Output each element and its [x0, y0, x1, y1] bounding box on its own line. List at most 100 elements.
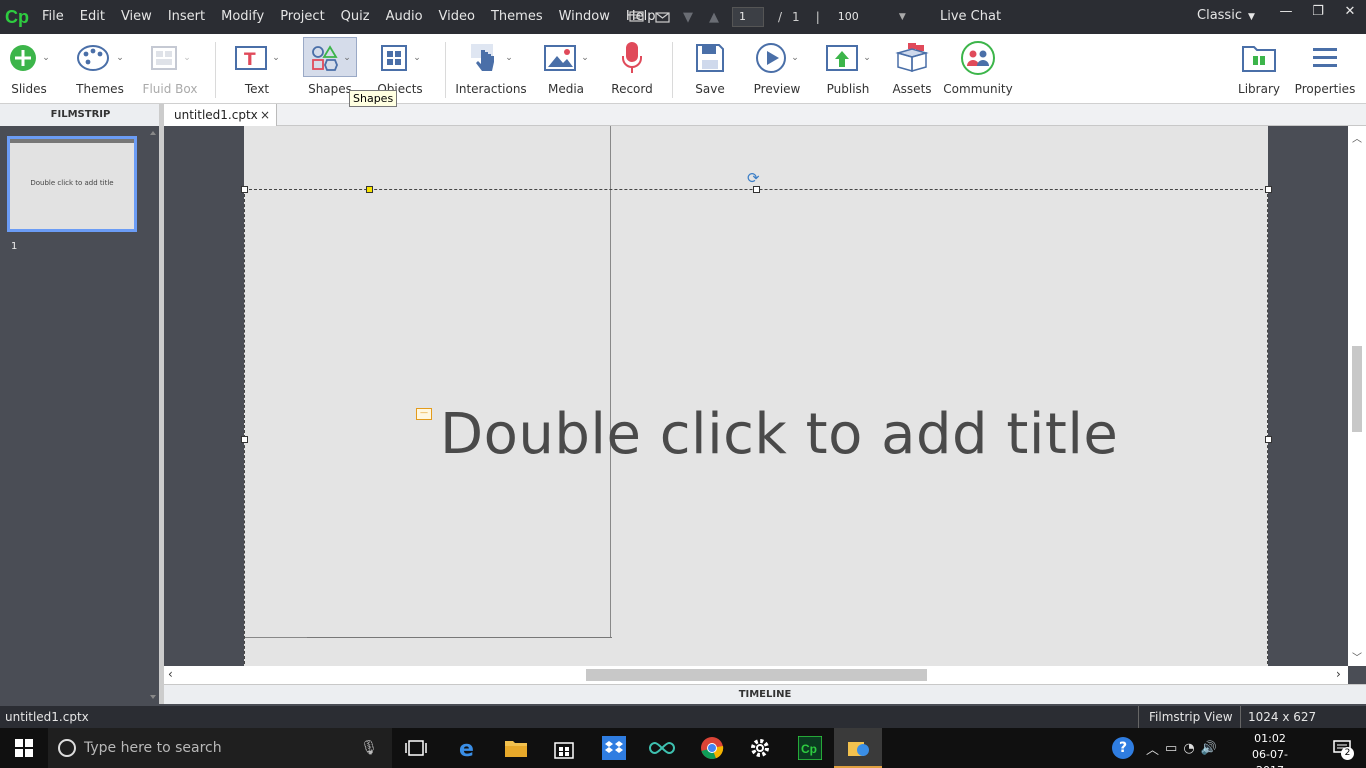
- volume-icon[interactable]: 🔊: [1201, 741, 1217, 756]
- vertical-scroll-thumb[interactable]: [1352, 346, 1362, 432]
- properties-label: Properties: [1294, 82, 1356, 96]
- resize-handle[interactable]: [753, 186, 760, 193]
- action-center-icon[interactable]: 2: [1318, 728, 1366, 768]
- workspace-value: Classic: [1197, 8, 1242, 23]
- slide-thumbnail[interactable]: Double click to add title: [7, 136, 137, 232]
- themes-button[interactable]: ⌄ Themes: [74, 34, 126, 104]
- chrome-icon[interactable]: [688, 728, 736, 768]
- chevron-down-icon: ▼: [1247, 12, 1255, 22]
- resize-handle[interactable]: [1265, 186, 1272, 193]
- menu-project[interactable]: Project: [272, 0, 332, 34]
- text-label: Text: [244, 82, 270, 96]
- properties-button[interactable]: Properties: [1294, 34, 1356, 104]
- settings-gear-icon[interactable]: [736, 728, 784, 768]
- dropbox-icon[interactable]: [590, 728, 638, 768]
- menu-view[interactable]: View: [113, 0, 160, 34]
- slide-title-placeholder[interactable]: Double click to add title: [440, 402, 1118, 467]
- microphone-icon[interactable]: 🎙: [360, 740, 378, 756]
- horizontal-scroll-thumb[interactable]: [586, 669, 927, 681]
- file-explorer-icon[interactable]: [492, 728, 540, 768]
- filmstrip-scrollbar[interactable]: [147, 126, 159, 704]
- infinity-app-icon[interactable]: [638, 728, 686, 768]
- comment-icon[interactable]: [628, 9, 644, 25]
- horizontal-scrollbar[interactable]: ‹ ›: [164, 666, 1348, 684]
- chevron-up-icon[interactable]: ︿: [1146, 739, 1159, 758]
- menu-edit[interactable]: Edit: [72, 0, 113, 34]
- library-label: Library: [1238, 82, 1280, 96]
- close-tab-icon[interactable]: ×: [260, 104, 270, 126]
- task-view-icon[interactable]: [392, 728, 440, 768]
- chevron-down-icon: ⌄: [413, 53, 421, 63]
- store-icon[interactable]: [540, 728, 588, 768]
- fluid-box-label: Fluid Box: [142, 82, 198, 96]
- total-slides: 1: [792, 10, 800, 24]
- rotate-icon[interactable]: ⟳: [747, 169, 760, 187]
- publish-button[interactable]: ⌄ Publish: [822, 34, 874, 104]
- preview-button[interactable]: ⌄ Preview: [752, 34, 802, 104]
- menu-insert[interactable]: Insert: [160, 0, 213, 34]
- shapes-tooltip: Shapes: [349, 90, 398, 107]
- chevron-down-icon: ⌄: [272, 53, 280, 63]
- zoom-select[interactable]: 100 ▼: [830, 7, 906, 27]
- wifi-icon[interactable]: ◔: [1183, 741, 1194, 756]
- community-button[interactable]: Community: [943, 34, 1013, 104]
- start-button[interactable]: [0, 728, 48, 768]
- text-button[interactable]: T ⌄ Text: [232, 34, 282, 104]
- slide-canvas[interactable]: ⟳ — Double click to add title: [241, 126, 1272, 666]
- help-icon[interactable]: ?: [1112, 737, 1134, 759]
- document-tab[interactable]: untitled1.cptx ×: [164, 104, 277, 126]
- vertical-scrollbar[interactable]: ︿ ﹀: [1348, 126, 1366, 666]
- menu-file[interactable]: File: [34, 0, 72, 34]
- slides-button[interactable]: ⌄ Slides: [6, 34, 52, 104]
- toolbar-divider: [672, 42, 673, 98]
- main-toolbar: ⌄ Slides ⌄ Themes ⌄ Fluid Box T ⌄ Text ⌄…: [0, 34, 1366, 104]
- close-icon[interactable]: ✕: [1334, 0, 1366, 22]
- library-button[interactable]: Library: [1238, 34, 1280, 104]
- current-slide-input[interactable]: 1: [732, 7, 764, 27]
- toolbar-divider: [215, 42, 216, 98]
- edge-browser-icon[interactable]: e: [444, 728, 492, 768]
- previous-slide-arrow-icon[interactable]: ▲: [706, 9, 722, 25]
- resize-handle[interactable]: [1265, 436, 1272, 443]
- menu-themes[interactable]: Themes: [483, 0, 551, 34]
- fluid-box-button[interactable]: ⌄ Fluid Box: [142, 34, 198, 104]
- menu-quiz[interactable]: Quiz: [333, 0, 378, 34]
- menu-audio[interactable]: Audio: [378, 0, 431, 34]
- taskbar-search-box[interactable]: Type here to search 🎙: [48, 728, 392, 768]
- shape-adjust-handle[interactable]: [366, 186, 373, 193]
- chevron-down-icon: ⌄: [343, 53, 351, 63]
- resize-handle[interactable]: [241, 436, 248, 443]
- thumbnail-title: Double click to add title: [30, 179, 114, 187]
- interactions-button[interactable]: ⌄ Interactions: [455, 34, 527, 104]
- resize-handle[interactable]: [241, 186, 248, 193]
- restore-icon[interactable]: ❐: [1302, 0, 1334, 22]
- chevron-down-icon: ⌄: [116, 53, 124, 63]
- minimize-icon[interactable]: —: [1270, 0, 1302, 22]
- save-label: Save: [695, 82, 725, 96]
- assets-button[interactable]: Assets: [892, 34, 932, 104]
- chevron-down-icon: ⌄: [42, 53, 50, 63]
- menu-window[interactable]: Window: [551, 0, 618, 34]
- scroll-left-icon[interactable]: ‹: [168, 667, 173, 681]
- scroll-right-icon[interactable]: ›: [1336, 667, 1341, 681]
- captivate-taskbar-icon[interactable]: Cp: [786, 728, 834, 768]
- microphone-icon: [622, 42, 642, 73]
- next-slide-arrow-icon[interactable]: ▼: [680, 9, 696, 25]
- menu-modify[interactable]: Modify: [213, 0, 272, 34]
- timeline-bar[interactable]: TIMELINE: [164, 684, 1366, 704]
- status-slide-size: 1024 x 627: [1240, 706, 1316, 728]
- chevron-down-icon: ⌄: [581, 53, 589, 63]
- scroll-up-icon[interactable]: ︿: [1352, 130, 1362, 145]
- record-button[interactable]: Record: [611, 34, 653, 104]
- save-button[interactable]: Save: [690, 34, 730, 104]
- workspace-select[interactable]: Classic ▼: [1197, 0, 1255, 33]
- outlook-icon[interactable]: [834, 728, 882, 768]
- live-chat-link[interactable]: Live Chat: [940, 0, 1001, 34]
- media-button[interactable]: ⌄ Media: [540, 34, 592, 104]
- mail-icon[interactable]: [654, 9, 670, 25]
- battery-icon[interactable]: ▭: [1165, 741, 1177, 756]
- system-clock[interactable]: 01:02 06-07-2017: [1240, 731, 1300, 768]
- menu-video[interactable]: Video: [431, 0, 483, 34]
- clock-time: 01:02: [1254, 732, 1286, 745]
- scroll-down-icon[interactable]: ﹀: [1352, 649, 1362, 664]
